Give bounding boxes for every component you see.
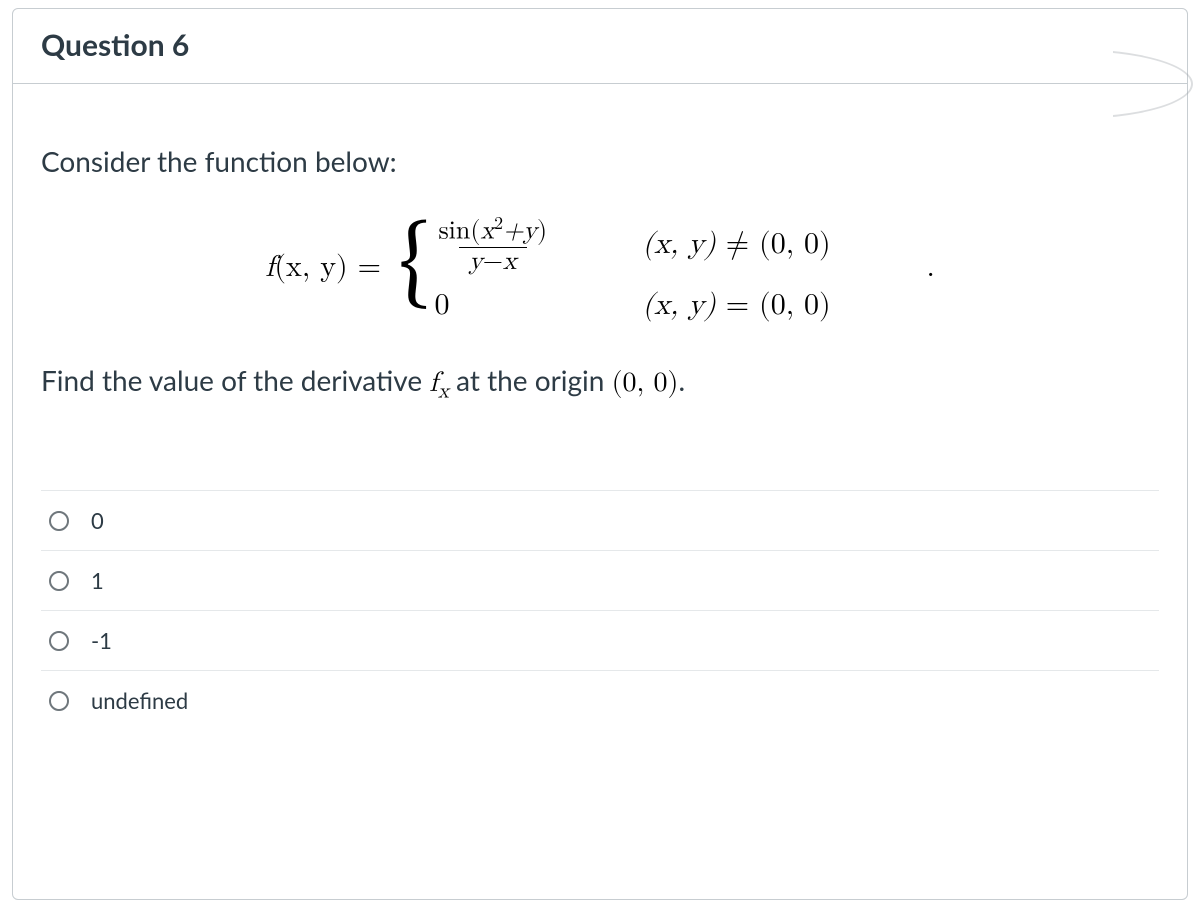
case-1-value: sin(x2+y) y−x xyxy=(434,212,614,277)
num-x: x xyxy=(481,219,495,245)
radio-icon[interactable] xyxy=(49,631,69,651)
case-2: 0 (x, y) = (0, 0) xyxy=(434,287,922,323)
case-1-condition: (x, y) ≠ (0, 0) xyxy=(642,226,922,262)
instr-fx-sub: x xyxy=(438,381,449,402)
function-definition: f(x, y) = { sin(x2+y) y−x xyxy=(41,212,1159,323)
fraction: sin(x2+y) y−x xyxy=(434,216,551,276)
cond1-xy: (x, y) xyxy=(642,229,715,259)
radio-icon[interactable] xyxy=(49,511,69,531)
instr-fx: fx xyxy=(429,369,449,397)
option-label: undefined xyxy=(91,687,188,714)
cond2-rhs: (0, 0) xyxy=(759,290,831,320)
cond1-op: ≠ xyxy=(716,229,759,259)
sin-label: sin xyxy=(438,219,470,245)
answer-options: 0 1 -1 undefined xyxy=(41,490,1159,730)
prompt-intro: Consider the function below: xyxy=(41,144,1159,178)
case-1: sin(x2+y) y−x (x, y) ≠ (0, 0) xyxy=(434,212,922,277)
cond1-rhs: (0, 0) xyxy=(759,229,831,259)
question-title: Question 6 xyxy=(41,27,1159,63)
instr-mid: at the origin xyxy=(449,363,612,397)
case2-zero: 0 xyxy=(434,290,449,320)
radio-icon[interactable] xyxy=(49,571,69,591)
num-close: ) xyxy=(537,219,547,245)
den-minus: − xyxy=(483,249,503,275)
option-label: 0 xyxy=(91,507,104,534)
instr-fx-f: f xyxy=(429,369,438,397)
radio-icon[interactable] xyxy=(49,691,69,711)
option-1[interactable]: 1 xyxy=(41,551,1159,611)
fraction-denominator: y−x xyxy=(459,247,527,276)
question-card: Question 6 Consider the function below: … xyxy=(12,8,1188,900)
instr-before: Find the value of the derivative xyxy=(41,363,429,397)
piecewise-cases: sin(x2+y) y−x (x, y) ≠ (0, 0) xyxy=(434,212,922,323)
cond2-xy: (x, y) xyxy=(642,290,715,320)
option-label: -1 xyxy=(91,627,112,654)
num-sup: 2 xyxy=(494,216,503,233)
num-plusy: +y xyxy=(503,219,537,245)
brace-icon: { xyxy=(399,222,430,308)
case-2-condition: (x, y) = (0, 0) xyxy=(642,287,922,323)
lhs-eq: = xyxy=(348,252,381,282)
option-neg1[interactable]: -1 xyxy=(41,611,1159,671)
option-0[interactable]: 0 xyxy=(41,491,1159,551)
den-x: x xyxy=(503,249,517,275)
cond2-op: = xyxy=(716,290,759,320)
eq-period: . xyxy=(926,249,934,285)
instr-after: . xyxy=(678,363,685,397)
option-label: 1 xyxy=(91,567,104,594)
fraction-numerator: sin(x2+y) xyxy=(434,216,551,247)
den-y: y xyxy=(469,249,483,275)
lhs: f(x, y) = xyxy=(265,249,381,285)
lhs-f: f xyxy=(265,252,274,282)
instr-origin: (0, 0) xyxy=(612,369,679,397)
case-2-value: 0 xyxy=(434,287,614,323)
option-undefined[interactable]: undefined xyxy=(41,671,1159,730)
card-header: Question 6 xyxy=(13,9,1187,84)
lhs-args: (x, y) xyxy=(274,252,347,282)
num-open: ( xyxy=(470,219,480,245)
instruction: Find the value of the derivative fx at t… xyxy=(41,363,1159,405)
card-body: Consider the function below: f(x, y) = {… xyxy=(13,84,1187,730)
